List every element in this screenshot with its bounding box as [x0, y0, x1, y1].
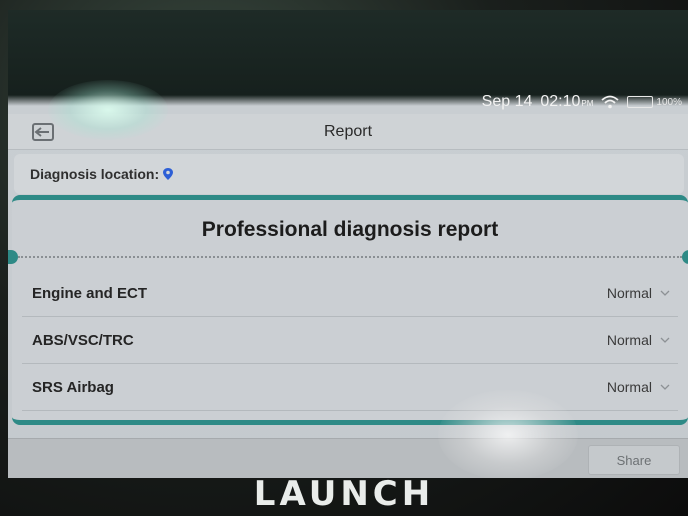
report-item-status-dropdown[interactable]: Normal — [607, 332, 670, 348]
report-item-name: SRS Airbag — [32, 378, 114, 396]
report-items: Engine and ECT Normal ABS/VSC/TRC Normal… — [22, 270, 678, 411]
device-logo: LAUNCH — [253, 474, 435, 514]
status-bar: Sep 14 02:10PM 100% — [8, 90, 688, 114]
location-pin-icon[interactable] — [163, 168, 174, 180]
page-title: Report — [323, 122, 373, 140]
chevron-down-icon — [660, 384, 670, 390]
card-notch-left — [8, 250, 18, 264]
battery-icon — [627, 96, 654, 108]
wifi-icon — [601, 95, 620, 109]
status-date: Sep 14 — [481, 93, 533, 110]
location-card: Diagnosis location: — [14, 154, 684, 194]
status-time: 02:10 — [540, 93, 581, 110]
location-label: Diagnosis location: — [30, 166, 160, 182]
report-item-status: Normal — [606, 332, 652, 348]
dotted-divider — [18, 256, 682, 258]
bottom-toolbar: Share — [8, 438, 688, 478]
back-button[interactable] — [20, 118, 64, 146]
title-bar: Report — [8, 114, 688, 150]
status-ampm: PM — [581, 99, 594, 108]
report-title: Professional diagnosis report — [201, 218, 499, 241]
battery-indicator: 100% — [627, 96, 682, 108]
report-item-status-dropdown[interactable]: Normal — [607, 285, 670, 301]
report-item-name: Engine and ECT — [32, 284, 148, 302]
device-screen: Sep 14 02:10PM 100% Report Diagnosis loc… — [8, 10, 688, 478]
chevron-down-icon — [660, 290, 670, 296]
report-card: Professional diagnosis report Engine and… — [8, 195, 688, 425]
report-item-status: Normal — [606, 285, 652, 301]
battery-percent: 100% — [656, 96, 682, 108]
report-item-status: Normal — [606, 379, 652, 395]
chevron-down-icon — [660, 337, 670, 343]
report-row-abs[interactable]: ABS/VSC/TRC Normal — [22, 317, 678, 364]
report-row-srs[interactable]: SRS Airbag Normal — [22, 364, 678, 411]
share-button[interactable]: Share — [588, 445, 680, 475]
card-notch-right — [682, 250, 688, 264]
report-row-engine[interactable]: Engine and ECT Normal — [22, 270, 678, 317]
report-item-status-dropdown[interactable]: Normal — [607, 379, 670, 395]
status-clock: 02:10PM — [540, 93, 593, 111]
report-item-name: ABS/VSC/TRC — [32, 331, 134, 349]
back-arrow-icon — [32, 123, 54, 141]
